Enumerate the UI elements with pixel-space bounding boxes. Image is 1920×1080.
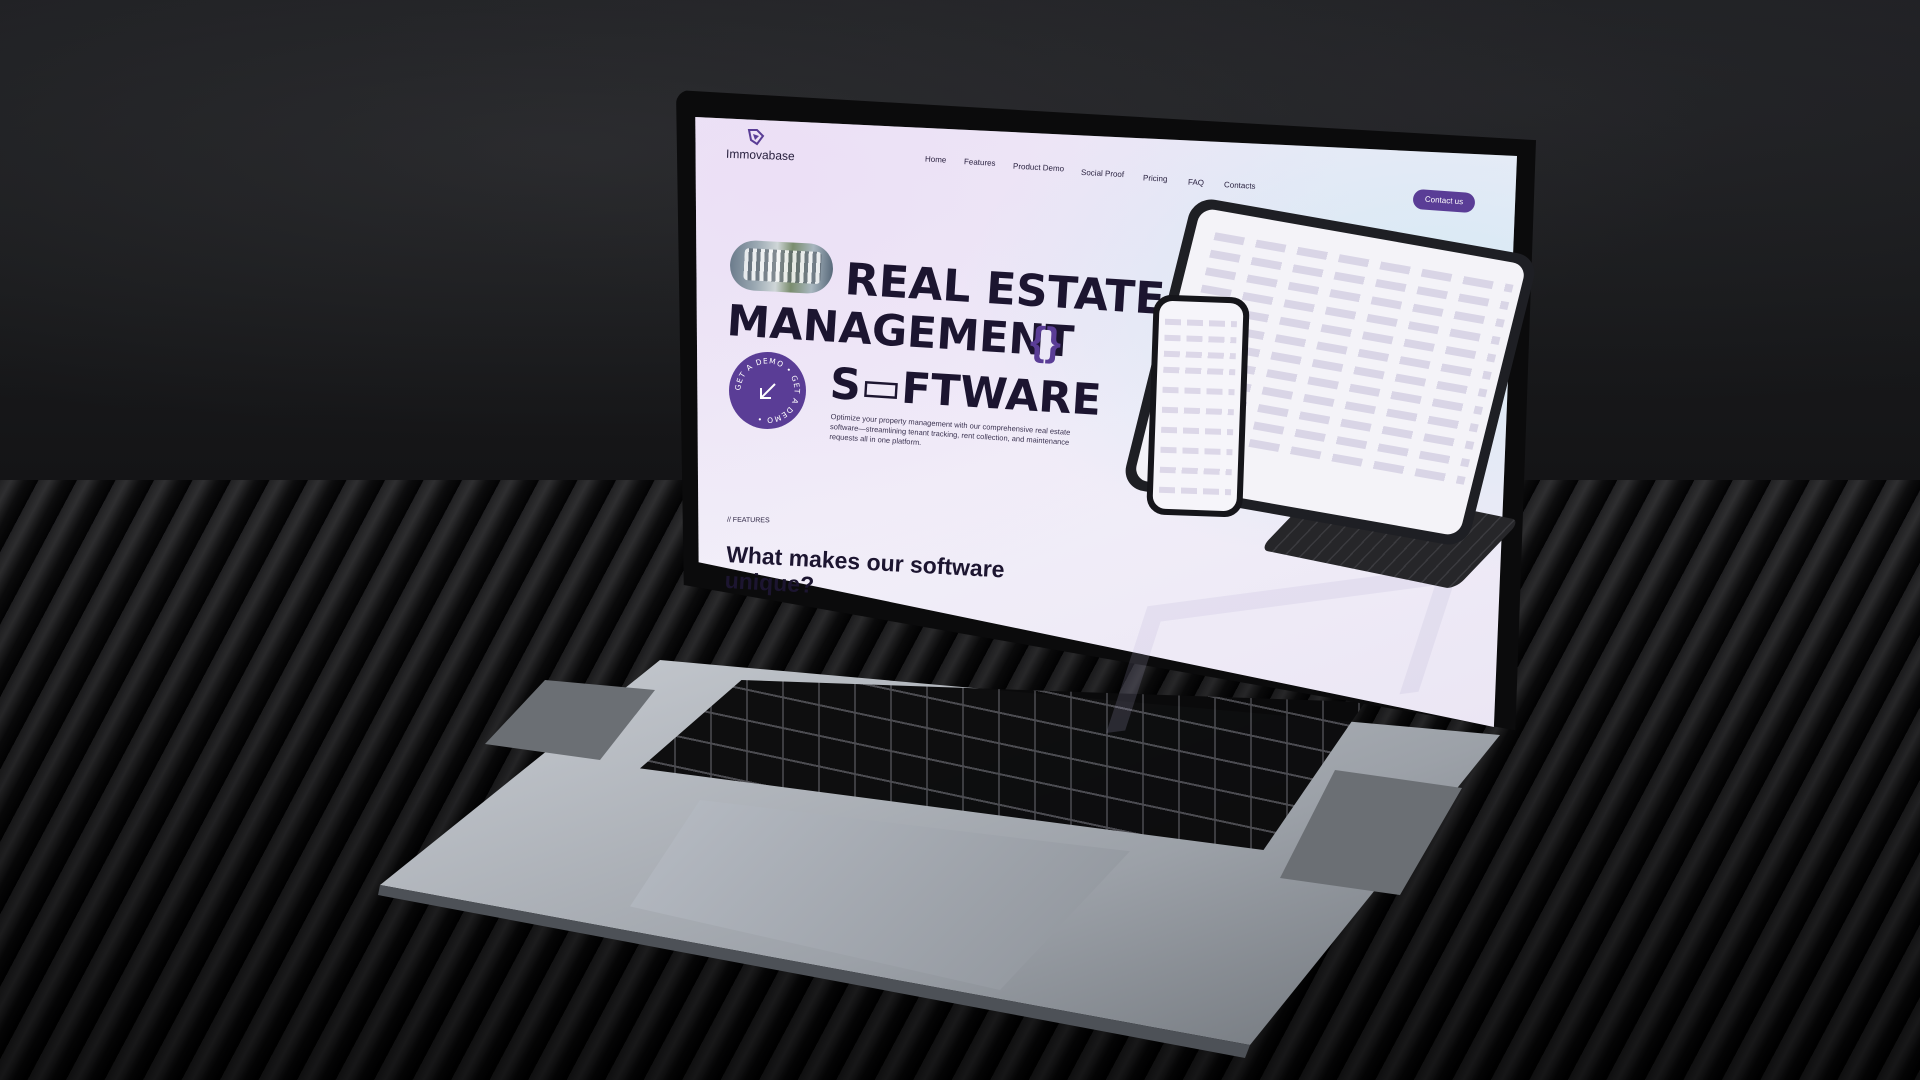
phone-screen bbox=[1152, 300, 1244, 512]
brand-name[interactable]: Immovabase bbox=[726, 147, 795, 163]
list-item bbox=[1160, 446, 1233, 456]
nav-features[interactable]: Features bbox=[964, 157, 996, 168]
list-item bbox=[1161, 426, 1234, 436]
nav-faq[interactable]: FAQ bbox=[1188, 178, 1204, 188]
nav-contacts[interactable]: Contacts bbox=[1224, 180, 1256, 191]
list-item bbox=[1162, 386, 1235, 396]
list-item bbox=[1164, 318, 1237, 328]
arrow-down-left-icon bbox=[760, 383, 776, 399]
nav-pricing[interactable]: Pricing bbox=[1143, 173, 1168, 183]
get-demo-badge-graphic: GET A DEMO • GET A DEMO • bbox=[733, 356, 800, 424]
list-item bbox=[1164, 334, 1237, 344]
braces-icon: {} bbox=[1028, 319, 1063, 365]
contact-us-button[interactable]: Contact us bbox=[1412, 188, 1476, 214]
list-item bbox=[1158, 486, 1232, 496]
nav-home[interactable]: Home bbox=[925, 154, 947, 164]
list-item bbox=[1163, 350, 1236, 360]
logo-icon[interactable] bbox=[745, 128, 767, 146]
list-item bbox=[1159, 466, 1232, 476]
list-item bbox=[1161, 406, 1234, 416]
phone-mockup bbox=[1146, 294, 1250, 518]
hero-building-image bbox=[728, 239, 835, 295]
list-item bbox=[1163, 366, 1236, 376]
features-tag: // FEATURES bbox=[726, 516, 770, 525]
get-demo-badge[interactable]: GET A DEMO • GET A DEMO • bbox=[729, 352, 806, 429]
